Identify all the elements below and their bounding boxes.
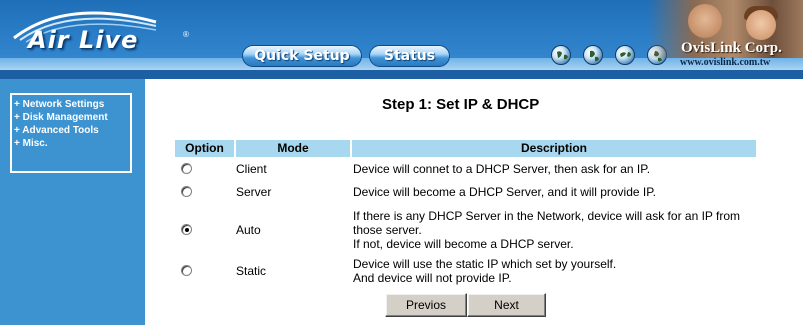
header-banner: Air Live ® Quick Setup Status OvisLink C… [0, 0, 803, 79]
description-line: If there is any DHCP Server in the Netwo… [353, 209, 741, 223]
column-header-option: Option [175, 140, 234, 157]
column-header-mode: Mode [236, 140, 350, 157]
description-line: Device will become a DHCP Server, and it… [353, 185, 657, 199]
sidebar-item-misc[interactable]: + Misc. [14, 137, 128, 150]
header-bottom-strip [0, 70, 803, 79]
status-button[interactable]: Status [369, 45, 450, 67]
globe-icon [583, 45, 603, 65]
sidebar-menu: + Network Settings + Disk Management + A… [10, 93, 132, 173]
description-client: Device will connet to a DHCP Server, the… [353, 162, 763, 176]
mode-label-client: Client [236, 162, 267, 176]
mode-label-static: Static [236, 264, 267, 278]
description-line: Device will connet to a DHCP Server, the… [353, 162, 651, 176]
previous-button[interactable]: Previos [385, 293, 467, 317]
radio-server[interactable] [181, 186, 192, 197]
radio-auto[interactable] [181, 224, 192, 235]
next-button[interactable]: Next [467, 293, 546, 317]
header-photo-face [746, 10, 776, 40]
company-url: www.ovislink.com.tw [680, 57, 771, 68]
sidebar: + Network Settings + Disk Management + A… [0, 79, 145, 325]
company-name: OvisLink Corp. [681, 40, 782, 56]
description-line: Device will use the static IP which set … [353, 257, 617, 271]
description-auto: If there is any DHCP Server in the Netwo… [353, 209, 763, 251]
radio-client[interactable] [181, 163, 192, 174]
page-title: Step 1: Set IP & DHCP [382, 96, 540, 113]
logo-registered-mark: ® [183, 30, 189, 39]
globe-icon [615, 45, 635, 65]
quick-setup-button[interactable]: Quick Setup [242, 45, 362, 67]
airlive-logo: Air Live [28, 26, 139, 54]
description-static: Device will use the static IP which set … [353, 257, 763, 285]
mode-label-auto: Auto [236, 223, 261, 237]
column-header-description: Description [352, 140, 756, 157]
description-line: And device will not provide IP. [353, 271, 512, 285]
description-line: If not, device will become a DHCP server… [353, 237, 574, 251]
description-line: those server. [353, 223, 422, 237]
header-photo-face [688, 4, 722, 38]
sidebar-item-disk-management[interactable]: + Disk Management [14, 111, 128, 124]
sidebar-item-network-settings[interactable]: + Network Settings [14, 98, 128, 111]
mode-label-server: Server [236, 185, 272, 199]
radio-static[interactable] [181, 265, 192, 276]
sidebar-item-advanced-tools[interactable]: + Advanced Tools [14, 124, 128, 137]
globe-icon [551, 45, 571, 65]
description-server: Device will become a DHCP Server, and it… [353, 185, 763, 199]
